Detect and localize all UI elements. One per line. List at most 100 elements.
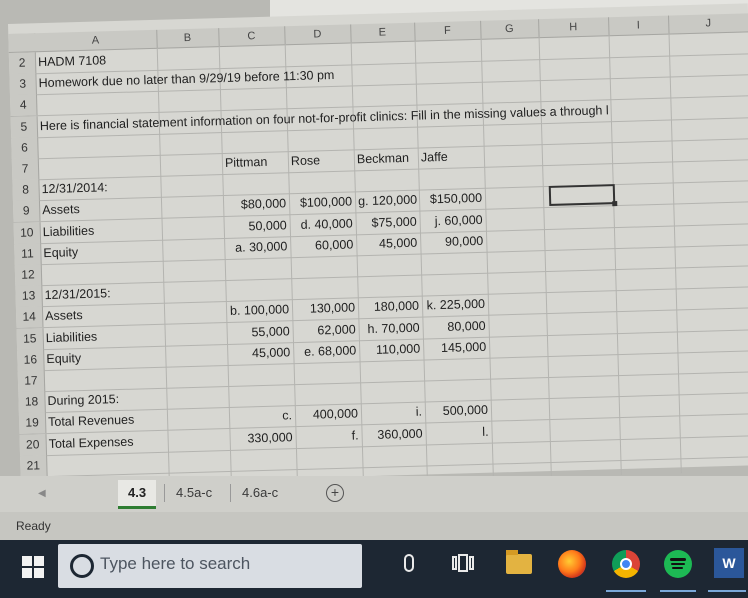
windows-taskbar: Type here to search W [0, 540, 748, 598]
cell-a16[interactable]: Equity [46, 346, 163, 370]
cell-c16[interactable]: 45,000 [230, 342, 291, 365]
cortana-icon [70, 554, 94, 578]
cell-d7[interactable]: Rose [291, 149, 352, 172]
column-header-b[interactable]: B [156, 28, 220, 48]
cell-e19[interactable]: i. [364, 402, 423, 425]
cell-a15[interactable]: Liabilities [45, 324, 162, 348]
cell-d19[interactable]: 400,000 [298, 404, 359, 427]
cell-e15[interactable]: h. 70,000 [361, 317, 420, 340]
running-app-indicator [606, 590, 646, 592]
cell-a20[interactable]: Total Expenses [48, 430, 165, 454]
tab-scroll-left-icon[interactable]: ◀ [38, 488, 46, 499]
row-header[interactable]: 15 [16, 327, 45, 350]
spotify-icon[interactable] [664, 550, 692, 578]
cell-e20[interactable]: 360,000 [364, 423, 423, 446]
task-view-icon[interactable] [452, 554, 474, 572]
cell-d20[interactable]: f. [298, 425, 359, 448]
cell-d14[interactable]: 130,000 [295, 298, 356, 321]
cell-d16[interactable]: e. 68,000 [296, 340, 357, 363]
status-text: Ready [16, 519, 51, 533]
column-header-i[interactable]: I [608, 15, 670, 36]
cell-a8[interactable]: 12/31/2014: [41, 176, 158, 200]
cell-f16[interactable]: 145,000 [426, 337, 487, 360]
cell-a11[interactable]: Equity [43, 240, 160, 264]
cell-a13[interactable]: 12/31/2015: [44, 282, 161, 306]
file-explorer-icon[interactable] [506, 550, 532, 574]
row-header[interactable]: 12 [14, 264, 43, 286]
row-header[interactable]: 8 [12, 179, 40, 202]
column-header-g[interactable]: G [480, 19, 540, 39]
row-header[interactable]: 5 [10, 115, 39, 138]
cell-e16[interactable]: 110,000 [362, 338, 421, 361]
cell-c9[interactable]: $80,000 [226, 194, 287, 217]
column-header-j[interactable]: J [668, 13, 748, 34]
column-header-a[interactable]: A [34, 29, 158, 52]
row-header[interactable]: 4 [9, 94, 38, 117]
cell-f10[interactable]: j. 60,000 [422, 209, 483, 232]
row-header[interactable]: 9 [12, 200, 41, 223]
cell-d10[interactable]: d. 40,000 [292, 213, 353, 236]
cell-a2[interactable]: HADM 7108 [38, 49, 155, 73]
spreadsheet-grid[interactable]: ABCDEFGHIJ 2 HADM 7108 3 Homework due no la… [8, 3, 748, 499]
row-header[interactable]: 11 [14, 242, 42, 265]
word-icon[interactable]: W [714, 548, 744, 578]
row-header[interactable]: 17 [17, 370, 46, 392]
tab-4-3[interactable]: 4.3 [118, 480, 157, 509]
cell-a14[interactable]: Assets [45, 303, 162, 327]
add-sheet-button[interactable]: + [326, 484, 344, 502]
row-header[interactable]: 14 [15, 306, 44, 329]
cell-f19[interactable]: 500,000 [428, 400, 489, 423]
cell-c10[interactable]: 50,000 [226, 215, 287, 238]
microphone-icon[interactable] [404, 554, 414, 572]
selected-cell-g9[interactable] [548, 184, 616, 207]
cell-f15[interactable]: 80,000 [425, 315, 486, 338]
taskbar-search-box[interactable]: Type here to search [58, 544, 362, 588]
running-app-indicator [708, 590, 746, 592]
cell-a19[interactable]: Total Revenues [48, 409, 165, 433]
cell-c7[interactable]: Pittman [225, 151, 286, 174]
row-header[interactable]: 19 [18, 412, 47, 435]
cell-e11[interactable]: 45,000 [359, 232, 418, 255]
cell-c11[interactable]: a. 30,000 [227, 236, 288, 259]
cell-f14[interactable]: k. 225,000 [425, 294, 486, 317]
row-header[interactable]: 6 [11, 136, 39, 159]
cell-c14[interactable]: b. 100,000 [229, 300, 290, 323]
row-header[interactable]: 18 [18, 391, 46, 414]
row-header[interactable]: 2 [8, 52, 37, 74]
row-header[interactable]: 10 [13, 221, 42, 244]
running-app-indicator [660, 590, 696, 592]
cell-c19[interactable]: c. [232, 406, 293, 429]
row-header[interactable]: 7 [11, 158, 40, 180]
windows-start-icon[interactable] [22, 556, 44, 578]
cell-f7[interactable]: Jaffe [421, 146, 482, 169]
cell-d11[interactable]: 60,000 [293, 234, 354, 257]
row-header[interactable]: 13 [15, 285, 43, 308]
firefox-icon[interactable] [558, 550, 586, 578]
column-header-f[interactable]: F [414, 20, 482, 41]
row-header[interactable]: 21 [20, 454, 48, 477]
cell-e7[interactable]: Beckman [357, 148, 416, 171]
cell-c20[interactable]: 330,000 [232, 427, 293, 450]
cell-e9[interactable]: g. 120,000 [358, 190, 417, 213]
column-header-e[interactable]: E [350, 22, 416, 43]
cell-e14[interactable]: 180,000 [361, 296, 420, 319]
column-header-h[interactable]: H [538, 17, 610, 38]
cell-a10[interactable]: Liabilities [43, 218, 160, 242]
row-header[interactable]: 3 [9, 73, 37, 96]
row-header[interactable]: 16 [17, 348, 45, 371]
tab-4-6a-c[interactable]: 4.6a-c [232, 480, 288, 506]
cell-f9[interactable]: $150,000 [422, 188, 483, 211]
cell-f20[interactable]: l. [428, 421, 489, 444]
cell-d15[interactable]: 62,000 [295, 319, 356, 342]
cell-f11[interactable]: 90,000 [423, 231, 484, 254]
row-header[interactable]: 20 [19, 433, 48, 456]
cell-a9[interactable]: Assets [42, 197, 159, 221]
chrome-icon[interactable] [612, 550, 640, 578]
column-header-d[interactable]: D [284, 24, 352, 45]
column-header-c[interactable]: C [218, 26, 286, 47]
cell-c15[interactable]: 55,000 [229, 321, 290, 344]
cell-a18[interactable]: During 2015: [47, 388, 164, 412]
tab-4-5a-c[interactable]: 4.5a-c [166, 480, 222, 506]
cell-d9[interactable]: $100,000 [292, 192, 353, 215]
cell-e10[interactable]: $75,000 [358, 211, 417, 234]
